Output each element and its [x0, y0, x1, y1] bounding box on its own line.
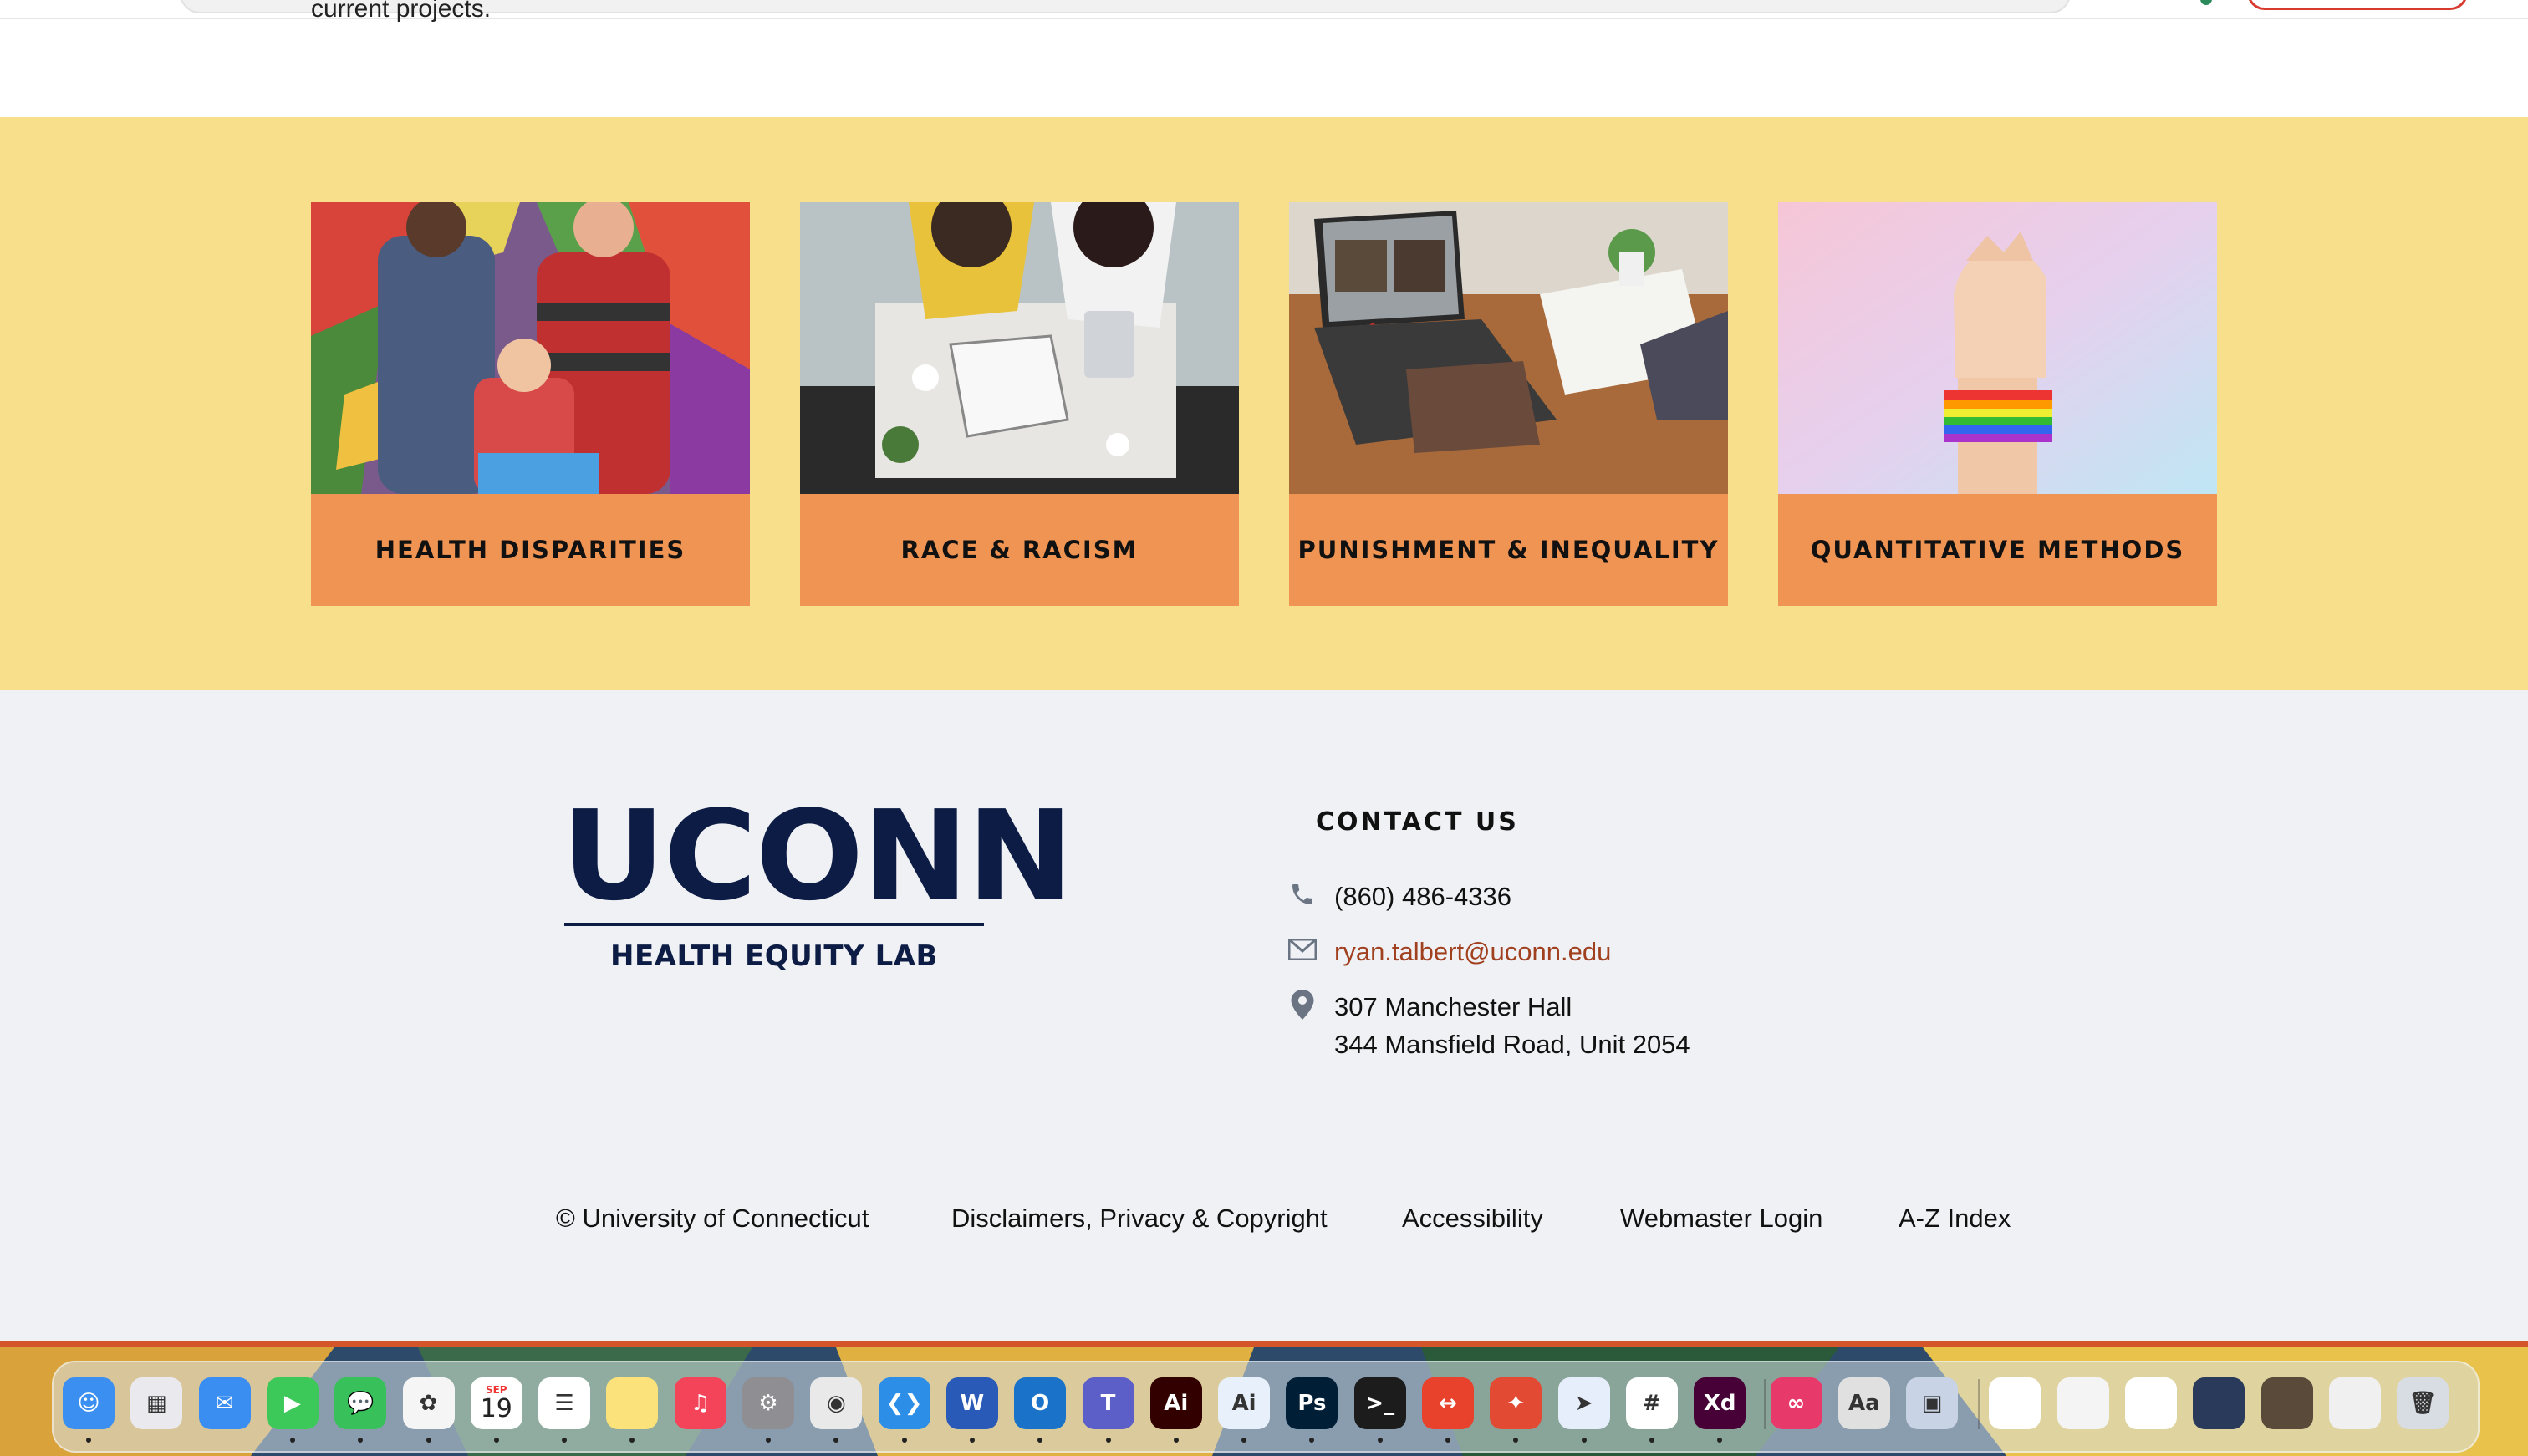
window-thumb-1-icon[interactable]	[1989, 1377, 2041, 1429]
reminders-icon[interactable]: ☰	[538, 1377, 591, 1429]
vscode-icon[interactable]: ❮❯	[878, 1377, 930, 1429]
running-indicator	[1377, 1438, 1383, 1443]
launchpad-icon[interactable]: ▦	[130, 1377, 183, 1429]
photos-icon[interactable]: ✿	[402, 1377, 455, 1429]
messages-icon[interactable]: 💬	[334, 1377, 387, 1429]
running-indicator	[766, 1438, 771, 1443]
notes-icon[interactable]	[606, 1377, 659, 1429]
running-indicator	[289, 1438, 295, 1443]
dock-separator	[1978, 1379, 1980, 1429]
intro-text-fragment: current projects.	[311, 0, 492, 23]
slack-icon[interactable]: #	[1625, 1377, 1678, 1429]
power-automate-icon[interactable]: ➤	[1557, 1377, 1610, 1429]
contact-address: 307 Manchester Hall 344 Mansfield Road, …	[1334, 988, 1690, 1063]
envelope-icon	[1286, 933, 1319, 966]
contact-address-row: 307 Manchester Hall 344 Mansfield Road, …	[1286, 988, 1690, 1063]
logo-wordmark: UCONN	[562, 784, 1073, 928]
running-indicator	[86, 1438, 91, 1443]
running-indicator	[901, 1438, 907, 1443]
photoshop-icon[interactable]: Ps	[1286, 1377, 1338, 1429]
calendar-day: 19	[480, 1394, 512, 1423]
running-indicator	[969, 1438, 975, 1443]
dock-separator	[1763, 1379, 1766, 1429]
running-indicator	[1173, 1438, 1179, 1443]
finder-icon[interactable]: ☺	[63, 1377, 115, 1429]
logo-subtitle: HEALTH EQUITY LAB	[610, 939, 938, 973]
card-race-racism[interactable]: RACE & RACISM	[800, 202, 1239, 606]
system-settings-icon[interactable]: ⚙	[742, 1377, 794, 1429]
creative-cloud-icon[interactable]: ∞	[1770, 1377, 1822, 1429]
terminal-icon[interactable]: >_	[1353, 1377, 1406, 1429]
running-indicator	[1445, 1438, 1450, 1443]
window-thumb-5-icon[interactable]	[2260, 1377, 2313, 1429]
running-indicator	[1105, 1438, 1111, 1443]
card-punishment-inequality[interactable]: PUNISHMENT & INEQUALITY	[1289, 202, 1728, 606]
punishment-inequality-image	[1289, 202, 1728, 494]
running-indicator	[1581, 1438, 1587, 1443]
map-pin-icon	[1286, 988, 1319, 1021]
running-indicator	[1649, 1438, 1654, 1443]
preview-icon[interactable]: ▣	[1906, 1377, 1959, 1429]
window-thumb-4-icon[interactable]	[2193, 1377, 2245, 1429]
contact-phone[interactable]: (860) 486-4336	[1334, 878, 1511, 915]
contact-email-row: ryan.talbert@uconn.edu	[1286, 933, 1611, 970]
safari-icon[interactable]: ✦	[1490, 1377, 1542, 1429]
window-thumb-6-icon[interactable]	[2328, 1377, 2381, 1429]
xd-icon[interactable]: Xd	[1694, 1377, 1746, 1429]
card-health-disparities[interactable]: HEALTH DISPARITIES	[311, 202, 750, 606]
quantitative-methods-image	[1778, 202, 2217, 494]
calendar-icon[interactable]: SEP 19	[470, 1377, 522, 1429]
health-disparities-image	[311, 202, 750, 494]
window-thumb-2-icon[interactable]	[2057, 1377, 2109, 1429]
mail-icon[interactable]: ✉	[198, 1377, 251, 1429]
phone-icon	[1286, 878, 1319, 911]
header-action-button[interactable]	[2247, 0, 2468, 10]
contact-email-link[interactable]: ryan.talbert@uconn.edu	[1334, 933, 1611, 970]
font-book-icon[interactable]: Aa	[1837, 1377, 1890, 1429]
running-indicator	[426, 1438, 431, 1443]
uconn-health-equity-lab-logo[interactable]: UCONN HEALTH EQUITY LAB	[562, 794, 1073, 980]
address-line-1: 307 Manchester Hall	[1334, 992, 1572, 1021]
window-thumb-3-icon[interactable]	[2125, 1377, 2177, 1429]
status-dot-icon	[2200, 0, 2212, 5]
address-line-2: 344 Mansfield Road, Unit 2054	[1334, 1030, 1690, 1059]
remote-desktop-icon[interactable]: ↔	[1422, 1377, 1474, 1429]
card-label: QUANTITATIVE METHODS	[1778, 494, 2217, 606]
copyright-link[interactable]: © University of Connecticut	[556, 1204, 869, 1234]
contact-phone-row: (860) 486-4336	[1286, 878, 1511, 915]
outlook-icon[interactable]: O	[1014, 1377, 1067, 1429]
trash-icon[interactable]: 🗑	[2397, 1377, 2449, 1429]
card-quantitative-methods[interactable]: QUANTITATIVE METHODS	[1778, 202, 2217, 606]
music-icon[interactable]: ♫	[674, 1377, 726, 1429]
footer	[0, 690, 2528, 1342]
facetime-icon[interactable]: ▶	[266, 1377, 319, 1429]
teams-icon[interactable]: T	[1082, 1377, 1134, 1429]
logo-divider	[564, 923, 984, 926]
race-racism-image	[800, 202, 1239, 494]
accessibility-link[interactable]: Accessibility	[1402, 1204, 1543, 1234]
ai-app-icon[interactable]: Ai	[1218, 1377, 1271, 1429]
contact-heading: CONTACT US	[1316, 807, 1519, 837]
page-bottom-border	[0, 1341, 2528, 1347]
illustrator-icon[interactable]: Ai	[1149, 1377, 1202, 1429]
card-label: PUNISHMENT & INEQUALITY	[1289, 494, 1728, 606]
running-indicator	[493, 1438, 499, 1443]
disclaimers-link[interactable]: Disclaimers, Privacy & Copyright	[951, 1204, 1328, 1234]
word-icon[interactable]: W	[945, 1377, 998, 1429]
card-label: HEALTH DISPARITIES	[311, 494, 750, 606]
chrome-icon[interactable]: ◉	[810, 1377, 863, 1429]
top-content-strip: current projects.	[0, 0, 2528, 117]
az-index-link[interactable]: A-Z Index	[1899, 1204, 2011, 1234]
card-label: RACE & RACISM	[800, 494, 1239, 606]
webmaster-login-link[interactable]: Webmaster Login	[1620, 1204, 1822, 1234]
